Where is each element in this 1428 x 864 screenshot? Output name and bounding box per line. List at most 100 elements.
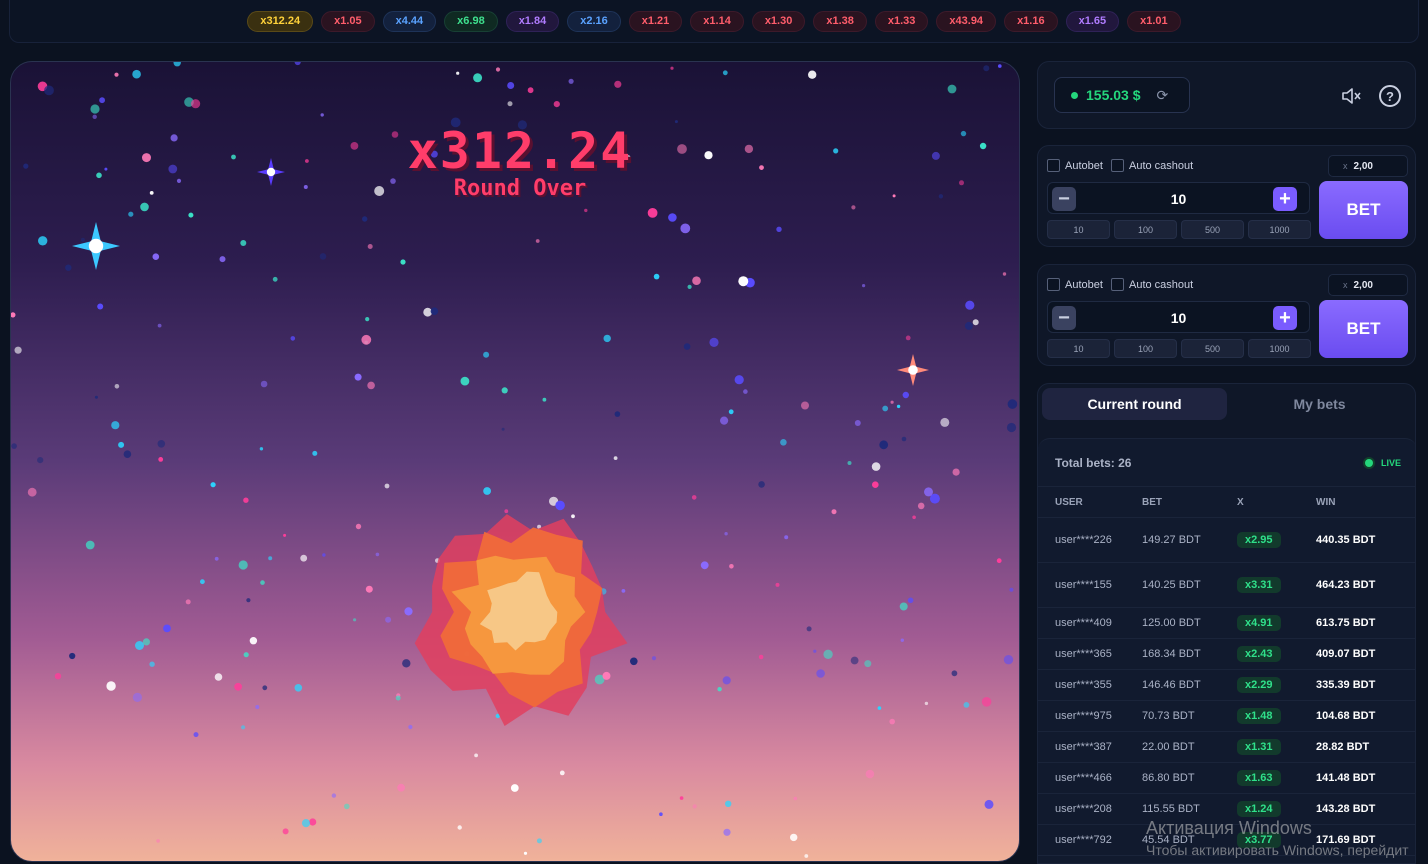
- autobet-toggle-1[interactable]: Autobet: [1047, 159, 1103, 172]
- user-cell: user****466: [1055, 772, 1112, 784]
- odds-prefix: x: [1343, 280, 1348, 290]
- quick-amount-button[interactable]: 1000: [1248, 220, 1311, 239]
- history-multiplier-chip[interactable]: x6.98: [444, 10, 498, 32]
- checkbox[interactable]: [1111, 278, 1124, 291]
- confetti-particle: [889, 718, 895, 725]
- explosion-icon: [414, 514, 628, 726]
- bet-cell: 149.27 BDT: [1142, 534, 1201, 546]
- confetti-particle: [214, 556, 219, 561]
- history-multiplier-chip[interactable]: x1.14: [690, 10, 744, 32]
- confetti-particle: [501, 427, 505, 431]
- confetti-particle: [801, 401, 809, 410]
- confetti-particle: [647, 208, 658, 218]
- confetti-particle: [149, 661, 155, 667]
- cashout-odds-input-2[interactable]: x 2,00: [1328, 274, 1408, 296]
- bet-button-2[interactable]: BET: [1319, 300, 1408, 358]
- confetti-particle: [38, 236, 48, 246]
- tab-current-round[interactable]: Current round: [1042, 388, 1227, 420]
- history-multiplier-chip[interactable]: x1.30: [751, 10, 806, 32]
- confetti-particle: [793, 796, 798, 801]
- history-multiplier-chip[interactable]: x1.16: [1004, 10, 1058, 32]
- history-multiplier-chip[interactable]: x1.01: [1127, 10, 1181, 32]
- confetti-particle: [865, 769, 875, 779]
- confetti-particle: [156, 839, 160, 843]
- quick-amount-button[interactable]: 10: [1047, 220, 1110, 239]
- confetti-particle: [507, 101, 513, 107]
- confetti-particle: [947, 84, 957, 94]
- confetti-particle: [322, 553, 326, 557]
- confetti-particle: [483, 487, 491, 495]
- increase-button[interactable]: +: [1273, 306, 1297, 330]
- user-cell: user****355: [1055, 679, 1112, 691]
- confetti-particle: [680, 223, 691, 234]
- quick-amount-button[interactable]: 500: [1181, 339, 1244, 358]
- history-multiplier-chip[interactable]: x4.44: [382, 10, 437, 32]
- confetti-particle: [790, 833, 798, 842]
- multiplier-badge: x1.24: [1237, 801, 1281, 817]
- bet-amount-value[interactable]: 10: [1048, 310, 1309, 326]
- bet-amount-stepper-2[interactable]: − 10 +: [1047, 301, 1310, 333]
- confetti-particle: [99, 97, 105, 104]
- confetti-particle: [523, 851, 528, 855]
- bet-cell: 168.34 BDT: [1142, 648, 1201, 660]
- increase-button[interactable]: +: [1273, 187, 1297, 211]
- multiplier-badge: x1.31: [1237, 739, 1281, 755]
- cashout-odds-input-1[interactable]: x 2,00: [1328, 155, 1408, 177]
- confetti-particle: [729, 564, 734, 569]
- quick-amount-button[interactable]: 100: [1114, 339, 1177, 358]
- total-bets: Total bets: 26: [1055, 455, 1132, 470]
- checkbox[interactable]: [1047, 159, 1060, 172]
- autobet-toggle-2[interactable]: Autobet: [1047, 278, 1103, 291]
- history-multiplier-chip[interactable]: x1.38: [813, 10, 867, 32]
- history-multiplier-chip[interactable]: x2.16: [567, 10, 621, 32]
- confetti-particle: [54, 673, 62, 680]
- confetti-particle: [243, 652, 249, 658]
- user-cell: user****409: [1055, 617, 1112, 629]
- live-label: LIVE: [1380, 457, 1401, 468]
- round-result: x312.24 Round Over: [11, 122, 1019, 201]
- bet-amount-stepper-1[interactable]: − 10 +: [1047, 182, 1310, 214]
- checkbox[interactable]: [1111, 159, 1124, 172]
- odds-value: 2,00: [1353, 279, 1373, 291]
- history-multiplier-chip[interactable]: x312.24: [247, 10, 314, 32]
- confetti-particle: [140, 202, 149, 212]
- checkbox[interactable]: [1047, 278, 1060, 291]
- confetti-particle: [743, 389, 748, 394]
- quick-amount-button[interactable]: 500: [1181, 220, 1244, 239]
- bet-panel-1: Autobet Auto cashout x 2,00 − 10 + 10 100…: [1037, 145, 1416, 247]
- bet-button-1[interactable]: BET: [1319, 181, 1408, 239]
- history-multiplier-chip[interactable]: x1.33: [874, 10, 929, 32]
- round-status: Round Over: [453, 176, 587, 201]
- question-icon[interactable]: ?: [1379, 85, 1401, 107]
- confetti-particle: [249, 637, 258, 645]
- auto-cashout-toggle-2[interactable]: Auto cashout: [1111, 278, 1193, 291]
- history-multiplier-chip[interactable]: x1.65: [1065, 10, 1120, 32]
- confetti-particle: [877, 706, 882, 710]
- confetti-particle: [871, 462, 881, 471]
- history-multiplier-chip[interactable]: x1.84: [505, 10, 560, 32]
- balance-display[interactable]: 155.03 $ ⟳: [1054, 77, 1190, 113]
- confetti-particle: [501, 387, 508, 394]
- speaker-muted-icon[interactable]: [1340, 85, 1362, 107]
- bet-amount-value[interactable]: 10: [1048, 191, 1309, 207]
- history-multiplier-chip[interactable]: x43.94: [936, 10, 997, 32]
- confetti-particle: [1006, 422, 1017, 433]
- history-multiplier-chip[interactable]: x1.21: [628, 10, 683, 32]
- user-cell: user****208: [1055, 803, 1112, 815]
- confetti-particle: [900, 638, 904, 642]
- confetti-particle: [11, 312, 16, 318]
- auto-cashout-toggle-1[interactable]: Auto cashout: [1111, 159, 1193, 172]
- confetti-particle: [365, 585, 373, 593]
- quick-amount-button[interactable]: 100: [1114, 220, 1177, 239]
- refresh-icon[interactable]: ⟳: [1157, 87, 1169, 104]
- confetti-particle: [559, 770, 565, 776]
- column-header-bet: BET: [1142, 496, 1162, 508]
- quick-amount-button[interactable]: 1000: [1248, 339, 1311, 358]
- confetti-particle: [344, 803, 350, 810]
- confetti-particle: [395, 695, 401, 701]
- history-multiplier-chip[interactable]: x1.05: [321, 10, 375, 32]
- tab-my-bets[interactable]: My bets: [1227, 388, 1412, 420]
- quick-amount-button[interactable]: 10: [1047, 339, 1110, 358]
- table-row: user****387 22.00 BDT x1.31 28.82 BDT: [1038, 732, 1415, 763]
- bet-cell: 140.25 BDT: [1142, 579, 1201, 591]
